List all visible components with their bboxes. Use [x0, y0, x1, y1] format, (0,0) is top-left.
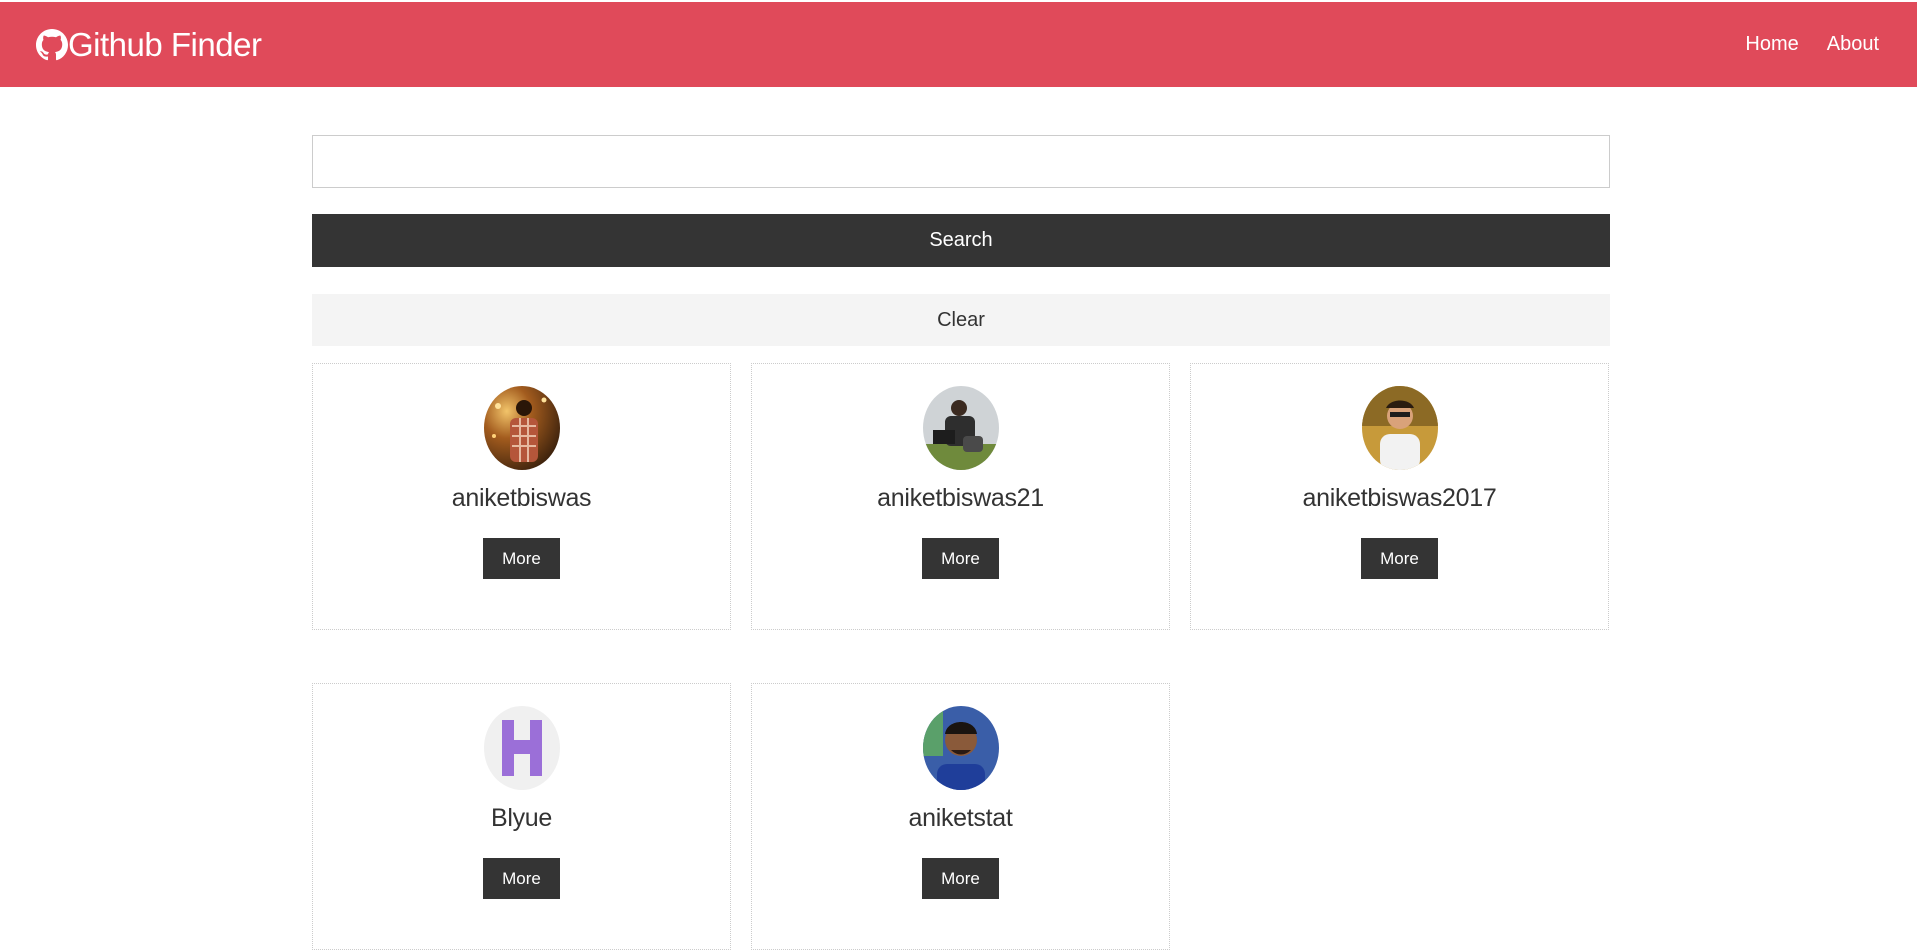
- search-button[interactable]: Search: [312, 214, 1610, 267]
- more-button[interactable]: More: [922, 858, 999, 899]
- search-form: Search Clear: [312, 135, 1610, 346]
- identicon-avatar: [483, 706, 560, 790]
- search-input[interactable]: [312, 135, 1610, 188]
- nav-link-about[interactable]: About: [1827, 33, 1879, 56]
- clear-button[interactable]: Clear: [312, 294, 1610, 346]
- username: aniketbiswas21: [877, 484, 1044, 512]
- user-avatar-photo: [922, 706, 999, 790]
- user-avatar-photo: [922, 386, 999, 470]
- username: aniketbiswas: [451, 484, 592, 512]
- user-avatar-photo: [483, 386, 560, 470]
- more-button[interactable]: More: [1361, 538, 1438, 579]
- user-card: aniketbiswas More: [312, 363, 731, 630]
- user-card: aniketbiswas21 More: [751, 363, 1170, 630]
- more-button[interactable]: More: [483, 858, 560, 899]
- navbar: Github Finder Home About: [0, 2, 1917, 87]
- user-card: Blyue More: [312, 683, 731, 950]
- github-icon: [36, 28, 68, 60]
- user-card: aniketstat More: [751, 683, 1170, 950]
- more-button[interactable]: More: [483, 538, 560, 579]
- user-card: aniketbiswas2017 More: [1190, 363, 1609, 630]
- more-button[interactable]: More: [922, 538, 999, 579]
- nav-links: Home About: [1745, 33, 1879, 56]
- user-avatar-photo: [1361, 386, 1438, 470]
- username: aniketstat: [908, 804, 1013, 832]
- username: aniketbiswas2017: [1302, 484, 1497, 512]
- nav-link-home[interactable]: Home: [1745, 33, 1798, 56]
- brand[interactable]: Github Finder: [36, 25, 262, 64]
- username: Blyue: [490, 804, 553, 832]
- brand-title: Github Finder: [68, 25, 262, 63]
- users-grid: aniketbiswas More aniketbiswas21 More an…: [312, 363, 1610, 950]
